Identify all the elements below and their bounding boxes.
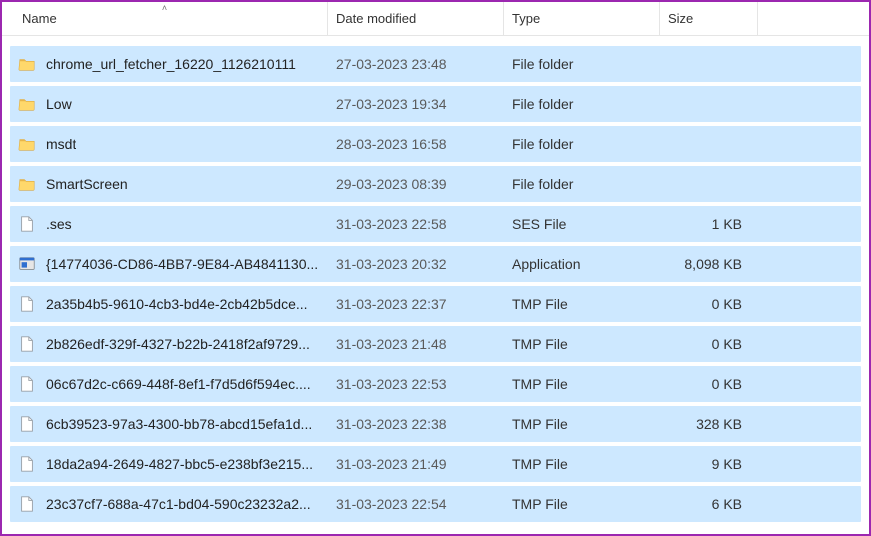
column-header-date-label: Date modified (336, 11, 416, 26)
file-name-label: SmartScreen (46, 176, 128, 192)
folder-icon (18, 175, 36, 193)
cell-date: 29-03-2023 08:39 (328, 176, 504, 192)
file-name-label: .ses (46, 216, 72, 232)
cell-type: SES File (504, 216, 660, 232)
column-header-name[interactable]: Name ˄ (2, 2, 328, 35)
app-icon (18, 255, 36, 273)
cell-type: File folder (504, 56, 660, 72)
cell-date: 31-03-2023 22:54 (328, 496, 504, 512)
cell-date: 27-03-2023 23:48 (328, 56, 504, 72)
file-row[interactable]: 2a35b4b5-9610-4cb3-bd4e-2cb42b5dce... 31-… (10, 286, 861, 322)
cell-date: 31-03-2023 22:38 (328, 416, 504, 432)
cell-date: 31-03-2023 22:53 (328, 376, 504, 392)
file-icon (18, 375, 36, 393)
file-row[interactable]: .ses 31-03-2023 22:58SES File1 KB (10, 206, 861, 242)
cell-type: File folder (504, 136, 660, 152)
file-row[interactable]: {14774036-CD86-4BB7-9E84-AB4841130... 31-… (10, 246, 861, 282)
column-header-size[interactable]: Size (660, 2, 758, 35)
folder-icon (18, 55, 36, 73)
file-name-label: 2a35b4b5-9610-4cb3-bd4e-2cb42b5dce... (46, 296, 308, 312)
file-row[interactable]: 6cb39523-97a3-4300-bb78-abcd15efa1d... 31… (10, 406, 861, 442)
column-header-type[interactable]: Type (504, 2, 660, 35)
file-row[interactable]: SmartScreen 29-03-2023 08:39File folder (10, 166, 861, 202)
cell-type: File folder (504, 176, 660, 192)
cell-size: 6 KB (660, 496, 750, 512)
cell-size: 0 KB (660, 296, 750, 312)
file-name-label: 18da2a94-2649-4827-bbc5-e238bf3e215... (46, 456, 313, 472)
cell-date: 31-03-2023 20:32 (328, 256, 504, 272)
cell-type: Application (504, 256, 660, 272)
file-explorer-window: Name ˄ Date modified Type Size chrome_ur… (0, 0, 871, 536)
cell-type: TMP File (504, 456, 660, 472)
file-row[interactable]: Low 27-03-2023 19:34File folder (10, 86, 861, 122)
file-name-label: 6cb39523-97a3-4300-bb78-abcd15efa1d... (46, 416, 312, 432)
cell-type: TMP File (504, 336, 660, 352)
cell-type: TMP File (504, 496, 660, 512)
file-icon (18, 295, 36, 313)
cell-name: .ses (10, 215, 328, 233)
cell-name: 18da2a94-2649-4827-bbc5-e238bf3e215... (10, 455, 328, 473)
cell-size: 9 KB (660, 456, 750, 472)
column-header-size-label: Size (668, 11, 693, 26)
cell-type: TMP File (504, 376, 660, 392)
file-icon (18, 215, 36, 233)
file-list: chrome_url_fetcher_16220_1126210111 27-03… (2, 36, 869, 534)
cell-name: 6cb39523-97a3-4300-bb78-abcd15efa1d... (10, 415, 328, 433)
cell-size: 0 KB (660, 336, 750, 352)
folder-icon (18, 95, 36, 113)
file-name-label: 06c67d2c-c669-448f-8ef1-f7d5d6f594ec.... (46, 376, 311, 392)
file-row[interactable]: msdt 28-03-2023 16:58File folder (10, 126, 861, 162)
file-row[interactable]: 2b826edf-329f-4327-b22b-2418f2af9729... 3… (10, 326, 861, 362)
cell-size: 0 KB (660, 376, 750, 392)
cell-size: 328 KB (660, 416, 750, 432)
cell-date: 31-03-2023 22:37 (328, 296, 504, 312)
cell-date: 31-03-2023 22:58 (328, 216, 504, 232)
cell-name: 2b826edf-329f-4327-b22b-2418f2af9729... (10, 335, 328, 353)
file-name-label: 23c37cf7-688a-47c1-bd04-590c23232a2... (46, 496, 311, 512)
cell-name: msdt (10, 135, 328, 153)
file-name-label: {14774036-CD86-4BB7-9E84-AB4841130... (46, 256, 318, 272)
file-row[interactable]: 23c37cf7-688a-47c1-bd04-590c23232a2... 31… (10, 486, 861, 522)
column-header-name-label: Name (22, 11, 57, 26)
file-icon (18, 455, 36, 473)
file-name-label: Low (46, 96, 72, 112)
file-name-label: msdt (46, 136, 76, 152)
file-name-label: 2b826edf-329f-4327-b22b-2418f2af9729... (46, 336, 310, 352)
column-header-date[interactable]: Date modified (328, 2, 504, 35)
column-header-type-label: Type (512, 11, 540, 26)
file-row[interactable]: chrome_url_fetcher_16220_1126210111 27-03… (10, 46, 861, 82)
file-row[interactable]: 06c67d2c-c669-448f-8ef1-f7d5d6f594ec....… (10, 366, 861, 402)
cell-type: File folder (504, 96, 660, 112)
cell-date: 28-03-2023 16:58 (328, 136, 504, 152)
cell-name: {14774036-CD86-4BB7-9E84-AB4841130... (10, 255, 328, 273)
file-icon (18, 335, 36, 353)
folder-icon (18, 135, 36, 153)
cell-name: chrome_url_fetcher_16220_1126210111 (10, 55, 328, 73)
file-name-label: chrome_url_fetcher_16220_1126210111 (46, 56, 296, 72)
file-icon (18, 495, 36, 513)
cell-name: 23c37cf7-688a-47c1-bd04-590c23232a2... (10, 495, 328, 513)
cell-name: 2a35b4b5-9610-4cb3-bd4e-2cb42b5dce... (10, 295, 328, 313)
sort-asc-icon: ˄ (162, 3, 167, 13)
cell-type: TMP File (504, 296, 660, 312)
cell-date: 31-03-2023 21:48 (328, 336, 504, 352)
cell-type: TMP File (504, 416, 660, 432)
cell-name: 06c67d2c-c669-448f-8ef1-f7d5d6f594ec.... (10, 375, 328, 393)
file-icon (18, 415, 36, 433)
cell-size: 1 KB (660, 216, 750, 232)
cell-date: 31-03-2023 21:49 (328, 456, 504, 472)
cell-size: 8,098 KB (660, 256, 750, 272)
cell-name: Low (10, 95, 328, 113)
file-row[interactable]: 18da2a94-2649-4827-bbc5-e238bf3e215... 31… (10, 446, 861, 482)
cell-name: SmartScreen (10, 175, 328, 193)
column-header-row: Name ˄ Date modified Type Size (2, 2, 869, 36)
cell-date: 27-03-2023 19:34 (328, 96, 504, 112)
